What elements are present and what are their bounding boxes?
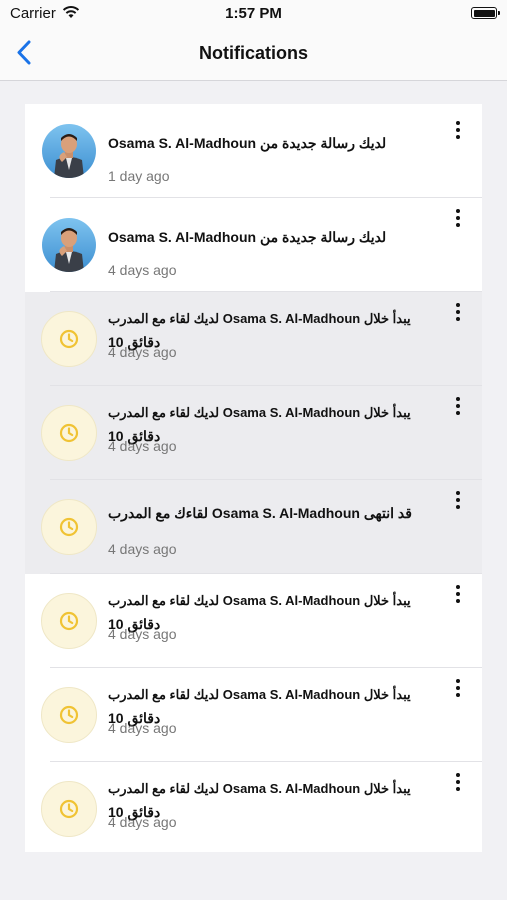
- notification-time: 1 day ago: [108, 168, 170, 184]
- notifications-list: Osama S. Al-Madhoun لديك رسالة جديدة من 1…: [25, 104, 482, 852]
- page-title: Notifications: [198, 43, 308, 63]
- notification-time: 4 days ago: [108, 541, 177, 557]
- clock-icon: [41, 781, 97, 837]
- notification-item[interactable]: لديك لقاء مع المدرب Osama S. Al-Madhoun …: [25, 386, 482, 480]
- avatar: [42, 218, 96, 272]
- notification-line-1: Osama S. Al-Madhoun لديك رسالة جديدة من: [108, 135, 387, 151]
- more-options-icon[interactable]: [451, 679, 465, 701]
- notification-text: لقاءك مع المدرب Osama S. Al-Madhoun قد ا…: [108, 505, 428, 522]
- battery-icon: [471, 7, 500, 19]
- notification-item[interactable]: لديك لقاء مع المدرب Osama S. Al-Madhoun …: [25, 762, 482, 856]
- notification-text: Osama S. Al-Madhoun لديك رسالة جديدة من: [108, 229, 428, 246]
- notification-item[interactable]: لديك لقاء مع المدرب Osama S. Al-Madhoun …: [25, 574, 482, 668]
- notification-time: 4 days ago: [108, 720, 177, 736]
- notification-time: 4 days ago: [108, 438, 177, 454]
- notification-line-1: Osama S. Al-Madhoun لديك رسالة جديدة من: [108, 229, 387, 245]
- status-bar: Carrier 1:57 PM: [0, 0, 507, 28]
- notification-line-1: لديك لقاء مع المدرب Osama S. Al-Madhoun …: [108, 781, 411, 796]
- more-options-icon[interactable]: [451, 491, 465, 513]
- notification-line-1: لقاءك مع المدرب Osama S. Al-Madhoun قد ا…: [108, 505, 412, 521]
- notification-item[interactable]: Osama S. Al-Madhoun لديك رسالة جديدة من 4…: [25, 198, 482, 292]
- avatar: [42, 124, 96, 178]
- more-options-icon[interactable]: [451, 773, 465, 795]
- notification-time: 4 days ago: [108, 344, 177, 360]
- clock-icon: [41, 499, 97, 555]
- notification-time: 4 days ago: [108, 814, 177, 830]
- clock-icon: [41, 687, 97, 743]
- notification-line-1: لديك لقاء مع المدرب Osama S. Al-Madhoun …: [108, 311, 411, 326]
- notification-item[interactable]: لديك لقاء مع المدرب Osama S. Al-Madhoun …: [25, 292, 482, 386]
- notification-text: Osama S. Al-Madhoun لديك رسالة جديدة من: [108, 135, 428, 152]
- notification-line-1: لديك لقاء مع المدرب Osama S. Al-Madhoun …: [108, 593, 411, 608]
- notification-time: 4 days ago: [108, 262, 177, 278]
- notification-item[interactable]: لقاءك مع المدرب Osama S. Al-Madhoun قد ا…: [25, 480, 482, 574]
- more-options-icon[interactable]: [451, 303, 465, 325]
- navigation-bar: Notifications: [0, 28, 507, 81]
- notification-item[interactable]: لديك لقاء مع المدرب Osama S. Al-Madhoun …: [25, 668, 482, 762]
- clock-time: 1:57 PM: [225, 5, 282, 22]
- clock-icon: [41, 593, 97, 649]
- more-options-icon[interactable]: [451, 209, 465, 231]
- clock-icon: [41, 405, 97, 461]
- more-options-icon[interactable]: [451, 585, 465, 607]
- more-options-icon[interactable]: [451, 397, 465, 419]
- clock-icon: [41, 311, 97, 367]
- more-options-icon[interactable]: [451, 121, 465, 143]
- notification-line-1: لديك لقاء مع المدرب Osama S. Al-Madhoun …: [108, 687, 411, 702]
- notification-line-1: لديك لقاء مع المدرب Osama S. Al-Madhoun …: [108, 405, 411, 420]
- notification-time: 4 days ago: [108, 626, 177, 642]
- notification-item[interactable]: Osama S. Al-Madhoun لديك رسالة جديدة من 1…: [25, 104, 482, 198]
